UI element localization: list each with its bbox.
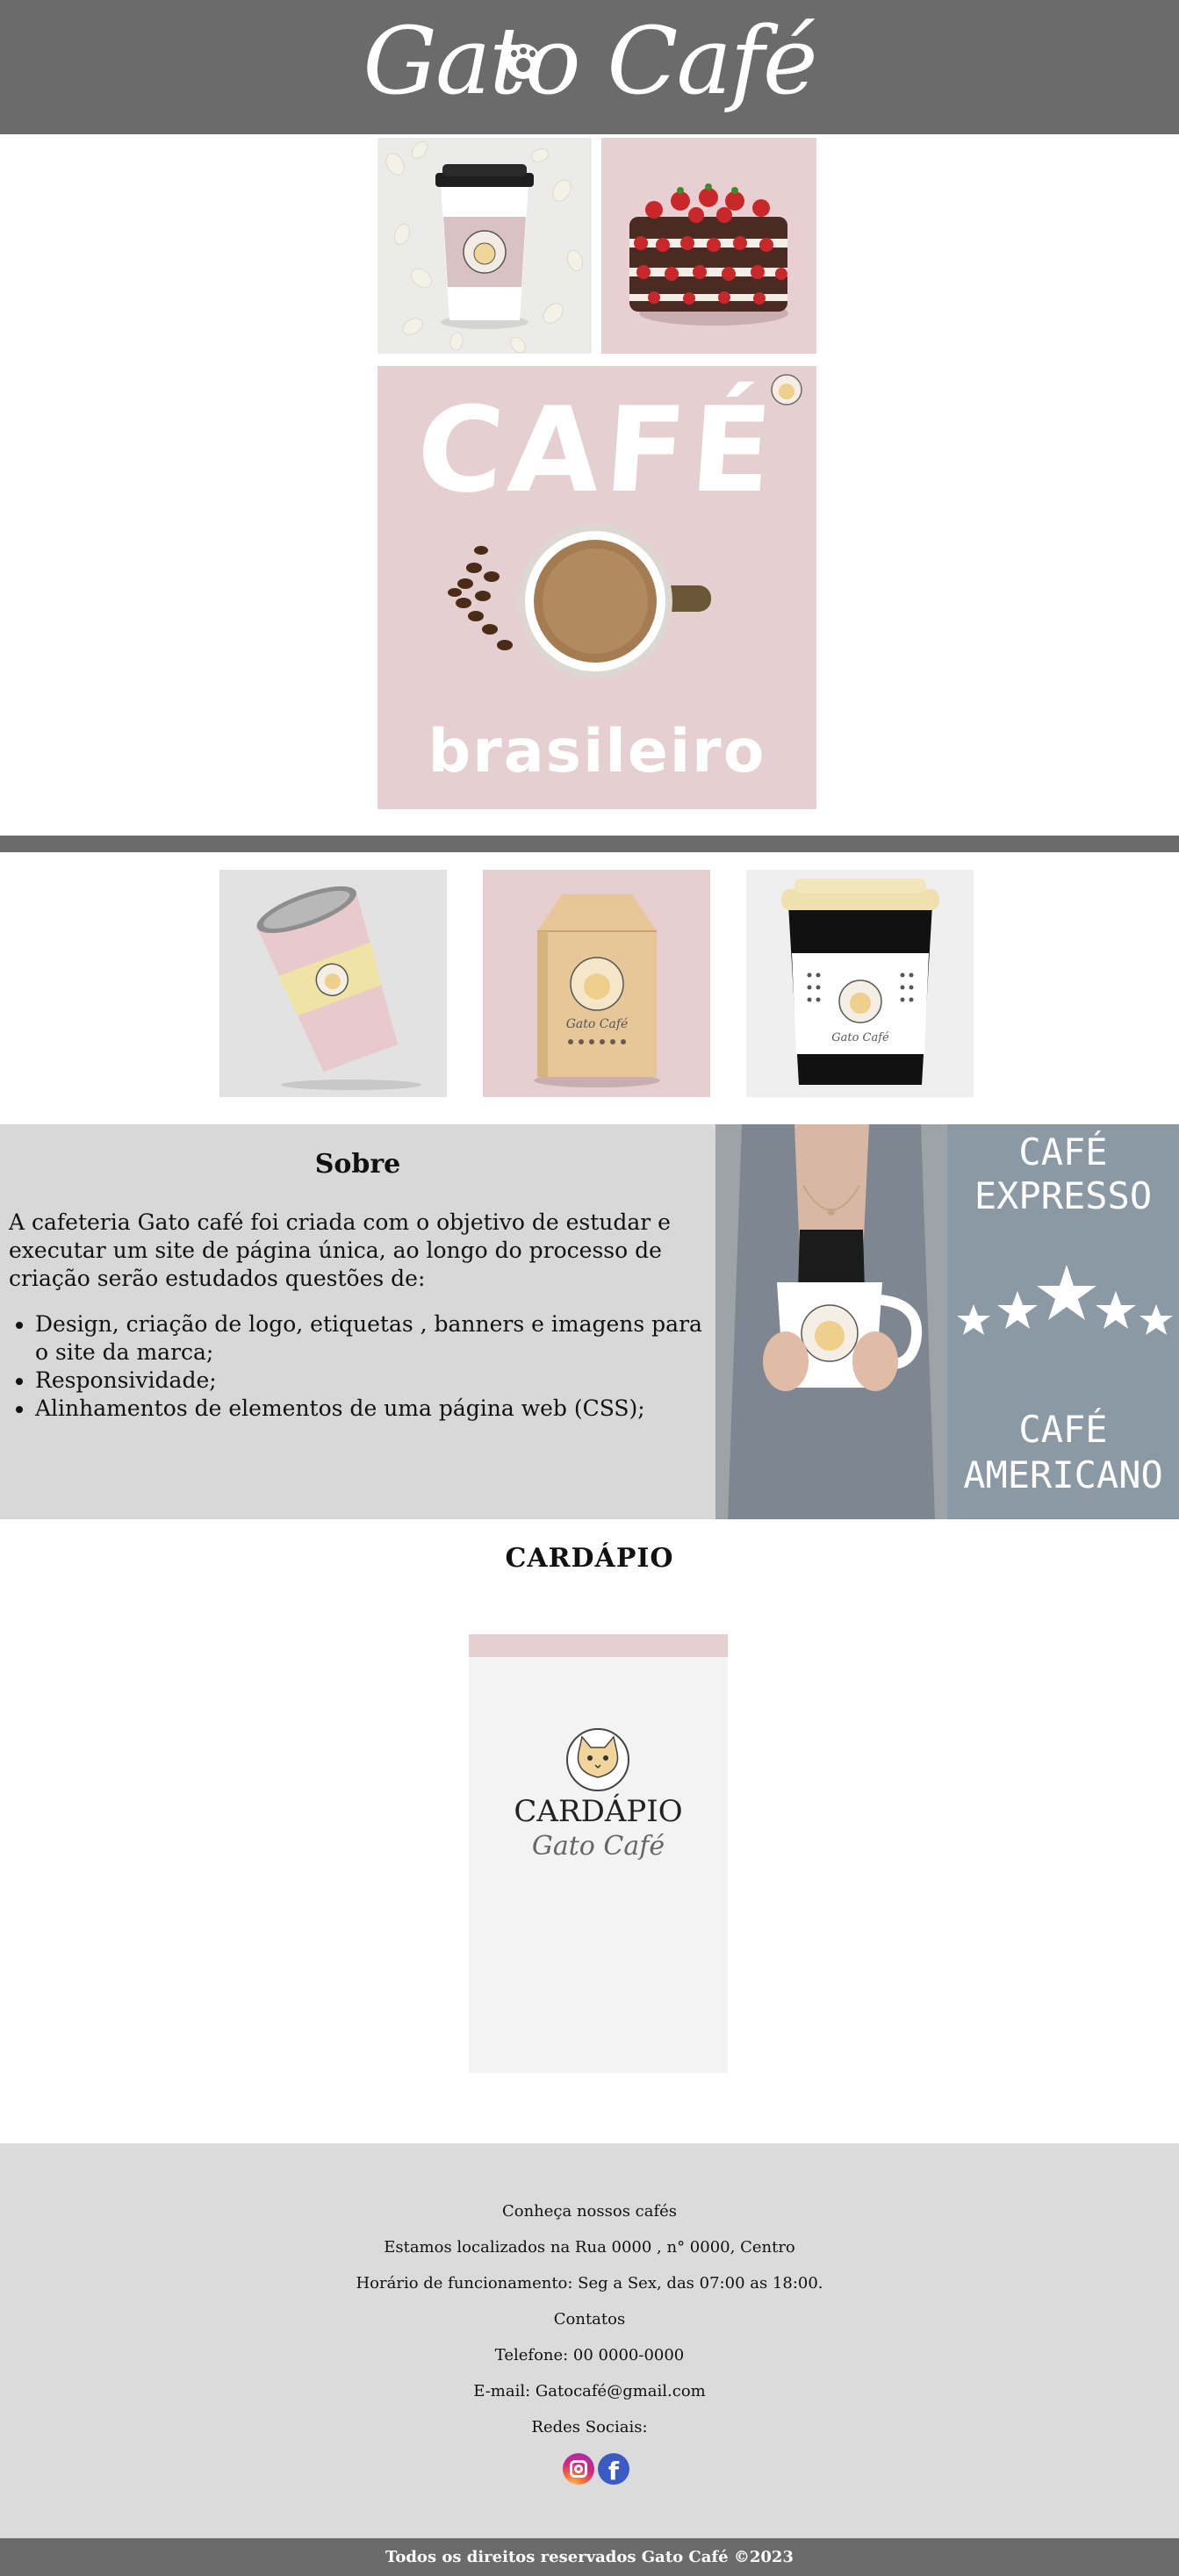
banner-line: CAFÉ [1018,1130,1108,1173]
footer-social-heading: Redes Sociais: [531,2418,648,2436]
banner-line: CAFÉ [1018,1408,1108,1451]
copyright-bar: Todos os direitos reservados Gato Café ©… [0,2538,1179,2576]
menu-card[interactable]: CARDÁPIO Gato Café [469,1634,728,2073]
list-item: Design, criação de logo, etiquetas , ban… [35,1310,715,1367]
section-divider [0,836,1179,852]
menu-card-subtitle: Gato Café [531,1831,665,1862]
footer-hours: Horário de funcionamento: Seg a Sex, das… [356,2274,823,2293]
cafe-brasileiro-banner: CAFÉ brasileiro [377,366,816,809]
footer-address: Estamos localizados na Rua 0000 , n° 000… [384,2238,795,2257]
list-item: Responsividade; [35,1367,715,1395]
footer-heading: Conheça nossos cafés [501,2202,678,2221]
svg-text:Gato Café: Gato Café [566,1017,629,1031]
footer-email[interactable]: E-mail: Gatocafé@gmail.com [0,2382,1179,2400]
site-header: Gato Café [0,0,1179,134]
strawberry-cake-photo [601,138,816,354]
banner-line: EXPRESSO [974,1174,1153,1217]
pink-paper-cup-photo [219,870,447,1097]
svg-text:Gato Café: Gato Café [831,1031,889,1044]
banner-line: AMERICANO [963,1453,1163,1496]
logo[interactable]: Gato Café [0,0,1179,123]
menu-card-strip [469,1634,728,1657]
woman-holding-mug-photo [715,1124,947,1519]
kraft-coffee-bag-photo: Gato Café [483,870,710,1097]
sobre-list: Design, criação de logo, etiquetas , ban… [35,1310,715,1423]
coffee-types-banner: CAFÉ EXPRESSO CAFÉ AMERICANO [947,1124,1179,1519]
facebook-icon[interactable]: f [598,2453,629,2485]
sobre-section: Sobre A cafeteria Gato café foi criada c… [0,1124,715,1519]
footer-phone[interactable]: Telefone: 00 0000-0000 [0,2346,1179,2364]
footer-contacts-heading: Contatos [553,2310,626,2328]
black-white-takeaway-cup-photo: Gato Café [746,870,974,1097]
cardapio-title: CARDÁPIO [505,1543,674,1574]
banner-subtitle: brasileiro [428,717,766,786]
menu-card-title: CARDÁPIO [514,1794,683,1829]
instagram-icon[interactable] [563,2453,594,2485]
paw-icon [506,44,541,79]
sobre-paragraph: A cafeteria Gato café foi criada com o o… [9,1209,671,1291]
sobre-title: Sobre [314,1149,401,1180]
cup-with-petals-photo [377,138,592,354]
list-item: Alinhamentos de elementos de uma página … [35,1395,715,1423]
